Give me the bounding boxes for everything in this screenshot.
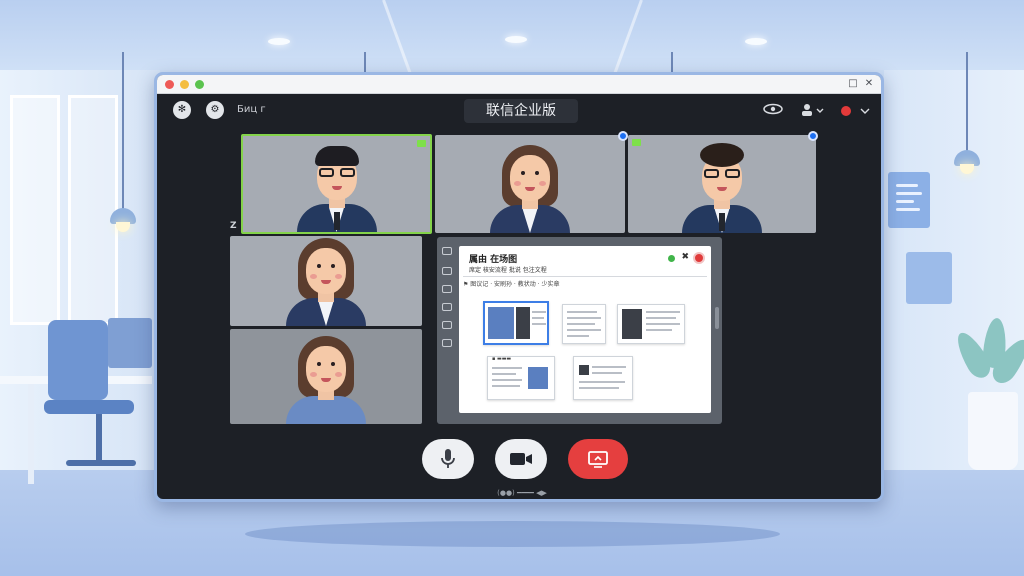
video-tile[interactable] [230, 236, 422, 326]
document-thumbnail[interactable] [573, 356, 633, 400]
shared-doc-title: 属由 在场图 [469, 255, 518, 265]
wall-document [888, 172, 930, 228]
document-thumbnail[interactable] [562, 304, 606, 344]
participant-avatar [290, 142, 384, 232]
share-screen-button[interactable] [568, 439, 628, 479]
document-thumbnail[interactable] [617, 304, 685, 344]
video-tile[interactable] [435, 135, 625, 233]
ceiling-light [745, 38, 767, 45]
chair [48, 320, 108, 400]
video-tile[interactable] [230, 329, 422, 424]
room-window [10, 95, 60, 325]
ceiling-light [505, 36, 527, 43]
video-tile[interactable] [628, 135, 816, 233]
plant-pot [968, 392, 1018, 470]
pin-indicator-icon[interactable] [808, 131, 818, 141]
share-sidebar [437, 237, 457, 424]
camera-icon [510, 453, 532, 465]
title-bar: □ ✕ [157, 75, 881, 94]
layers-icon[interactable] [442, 303, 452, 311]
microphone-button[interactable] [422, 439, 474, 479]
close-share-icon[interactable]: ✖ [681, 252, 689, 262]
screen-icon[interactable] [442, 247, 452, 255]
shared-doc-flag: ⚑ 图议记 · 安刷孙 · 教状动 · 少实章 [463, 281, 560, 288]
participant-avatar [483, 143, 577, 233]
divider [463, 276, 707, 277]
eye-icon[interactable] [762, 103, 784, 119]
lamp-cord [671, 52, 673, 72]
minimize-window-dot[interactable] [180, 80, 189, 89]
maximize-window-dot[interactable] [195, 80, 204, 89]
camera-button[interactable] [495, 439, 547, 479]
pen-icon[interactable] [442, 285, 452, 293]
toolbar-label[interactable]: Биц г [237, 104, 266, 115]
settings-icon[interactable]: ✻ [173, 101, 191, 119]
people-icon[interactable] [799, 103, 825, 119]
restore-button[interactable]: □ [847, 78, 859, 90]
shared-doc-subtitle: 席定 核安流程 批说 包注文程 [469, 267, 547, 274]
floor-shadow [245, 521, 780, 547]
chat-icon[interactable] [442, 339, 452, 347]
control-caption: (●●) ━━━━ ◀▶ [497, 489, 547, 497]
shared-screen-panel[interactable]: 属由 在场图 席定 核安流程 批说 包注文程 ✖ ⚑ 图议记 · 安刷孙 · 教… [437, 237, 722, 424]
participant-avatar [279, 334, 373, 424]
toolbar: ✻ ⚙ Биц г 联信企业版 [157, 94, 881, 128]
side-mark: Z [230, 221, 237, 231]
hand-icon[interactable] [442, 321, 452, 329]
wall-document [906, 252, 952, 304]
ceiling [0, 0, 1024, 70]
speaking-indicator-icon [417, 140, 426, 147]
document-thumbnail[interactable] [483, 301, 549, 345]
document-thumbnail[interactable]: ▪ ▬▬▬ [487, 356, 555, 400]
app-title: 联信企业版 [464, 99, 578, 123]
chair-seat [44, 400, 134, 414]
pin-indicator-icon[interactable] [618, 131, 628, 141]
chair-base [66, 460, 136, 466]
record-icon[interactable] [841, 103, 871, 119]
speaking-indicator-icon [632, 139, 641, 146]
status-dot [668, 255, 675, 262]
close-button[interactable]: ✕ [863, 78, 875, 90]
close-window-dot[interactable] [165, 80, 174, 89]
participant-avatar [675, 143, 769, 233]
gear-icon[interactable]: ⚙ [206, 101, 224, 119]
room-window [68, 95, 118, 325]
lamp-cord [122, 52, 124, 210]
scrollbar[interactable] [715, 307, 719, 329]
triangle-icon[interactable] [442, 267, 452, 275]
microphone-icon [441, 449, 455, 468]
stop-share-button[interactable] [693, 252, 705, 264]
ceiling-light [268, 38, 290, 45]
desk-leg [28, 384, 34, 484]
shared-document: 属由 在场图 席定 核安流程 批说 包注文程 ✖ ⚑ 图议记 · 安刷孙 · 教… [459, 246, 711, 413]
video-tile-active-speaker[interactable] [241, 134, 432, 234]
share-screen-icon [588, 451, 608, 468]
participant-avatar [279, 236, 373, 326]
meeting-app-window: □ ✕ ✻ ⚙ Биц г 联信企业版 Z 属由 在场图 席定 核安流程 批说 … [154, 72, 884, 502]
lamp-cord [966, 52, 968, 152]
background-monitor [108, 318, 152, 368]
chair-pole [96, 414, 102, 460]
lamp-cord [364, 52, 366, 72]
